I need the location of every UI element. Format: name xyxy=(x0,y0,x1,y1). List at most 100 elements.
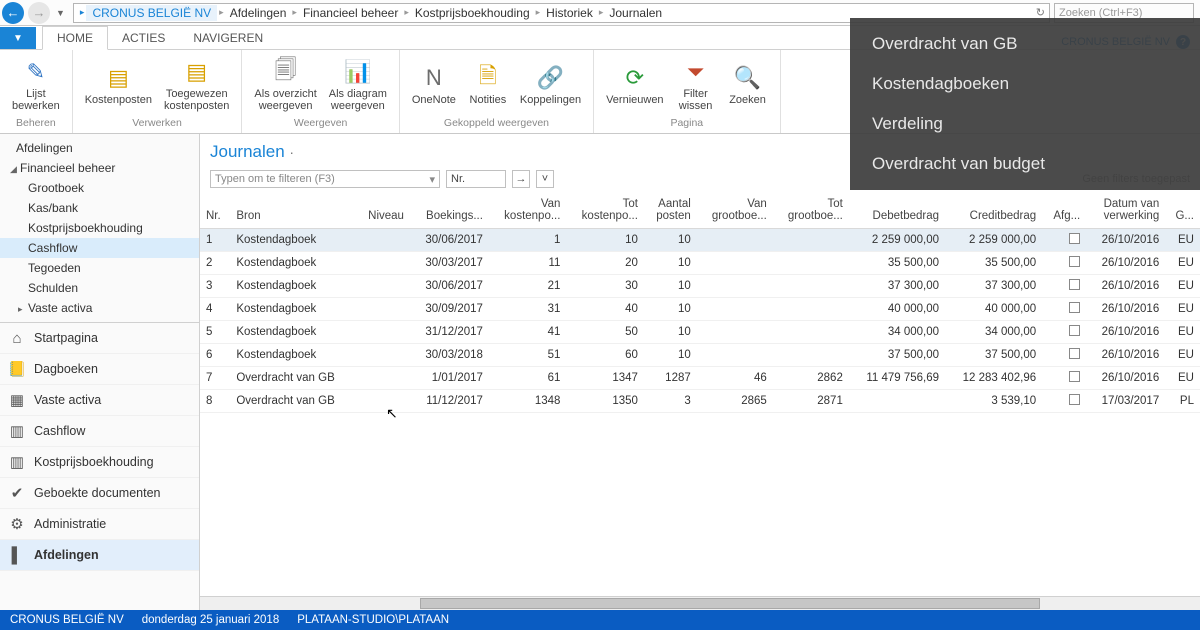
table-cell xyxy=(697,321,773,344)
table-cell: EU xyxy=(1165,229,1200,252)
checkbox[interactable] xyxy=(1069,325,1080,336)
column-header[interactable]: Bron xyxy=(230,192,355,229)
ribbon-button[interactable]: 🔗 Koppelingen xyxy=(514,61,587,109)
table-row[interactable]: 5Kostendagboek31/12/201741501034 000,003… xyxy=(200,321,1200,344)
history-dropdown-icon[interactable]: ▼ xyxy=(52,8,69,18)
forward-button[interactable]: → xyxy=(28,2,50,24)
ribbon-icon: ▤ xyxy=(182,57,212,87)
tree-item[interactable]: ▸Vaste activa xyxy=(0,298,199,318)
ribbon-button[interactable]: 🔍Zoeken xyxy=(722,61,774,109)
nav-item[interactable]: ⌂Startpagina xyxy=(0,323,199,354)
column-header[interactable]: G... xyxy=(1165,192,1200,229)
ribbon-button[interactable]: ✎Lijstbewerken xyxy=(6,55,66,114)
column-header[interactable]: Totkostenpo... xyxy=(566,192,644,229)
column-header[interactable]: Vankostenpo... xyxy=(489,192,567,229)
column-header[interactable]: Creditbedrag xyxy=(945,192,1042,229)
back-button[interactable]: ← xyxy=(2,2,24,24)
tree-item[interactable]: Kas/bank xyxy=(0,198,199,218)
table-cell: 2 259 000,00 xyxy=(849,229,945,252)
expand-icon[interactable]: ▸ xyxy=(18,304,28,315)
tree-item[interactable]: Tegoeden xyxy=(0,258,199,278)
nav-label: Afdelingen xyxy=(34,548,99,562)
ribbon-label: Als overzichtweergeven xyxy=(254,89,316,112)
checkbox[interactable] xyxy=(1069,302,1080,313)
column-header[interactable]: Totgrootboe... xyxy=(773,192,849,229)
ribbon-button[interactable]: 🗎Notities xyxy=(462,61,514,109)
table-row[interactable]: 1Kostendagboek30/06/2017110102 259 000,0… xyxy=(200,229,1200,252)
tree-root[interactable]: Afdelingen xyxy=(0,138,199,158)
table-cell: 10 xyxy=(644,298,697,321)
filter-field[interactable]: Nr. xyxy=(446,170,506,188)
ribbon-button[interactable]: ⟳Vernieuwen xyxy=(600,61,670,109)
ribbon-icon: 🔗 xyxy=(535,63,565,93)
ribbon-group-caption: Verwerken xyxy=(79,117,236,131)
ribbon-tab-navigeren[interactable]: NAVIGEREN xyxy=(179,27,277,49)
table-cell: 11/12/2017 xyxy=(410,390,489,413)
table-row[interactable]: 2Kostendagboek30/03/201711201035 500,003… xyxy=(200,252,1200,275)
table-row[interactable]: 8Overdracht van GB11/12/2017134813503286… xyxy=(200,390,1200,413)
column-header[interactable]: Datum vanverwerking xyxy=(1086,192,1165,229)
column-header[interactable]: Niveau xyxy=(356,192,410,229)
context-menu-item[interactable]: Verdeling xyxy=(850,104,1200,144)
table-row[interactable]: 6Kostendagboek30/03/201851601037 500,003… xyxy=(200,344,1200,367)
ribbon-button[interactable]: NOneNote xyxy=(406,61,462,109)
ribbon-label: Koppelingen xyxy=(520,95,581,107)
nav-item[interactable]: ▥Cashflow xyxy=(0,416,199,447)
checkbox[interactable] xyxy=(1069,394,1080,405)
table-row[interactable]: 4Kostendagboek30/09/201731401040 000,004… xyxy=(200,298,1200,321)
table-row[interactable]: 3Kostendagboek30/06/201721301037 300,003… xyxy=(200,275,1200,298)
checkbox[interactable] xyxy=(1069,279,1080,290)
ribbon-button[interactable]: ⏷Filterwissen xyxy=(670,55,722,114)
context-menu-item[interactable]: Overdracht van budget xyxy=(850,144,1200,184)
filter-go-button[interactable]: → xyxy=(512,170,530,188)
nav-item[interactable]: ⚙Administratie xyxy=(0,509,199,540)
nav-item[interactable]: ✔Geboekte documenten xyxy=(0,478,199,509)
context-menu-item[interactable]: Overdracht van GB xyxy=(850,24,1200,64)
breadcrumb-item[interactable]: Financieel beheer xyxy=(299,6,402,20)
ribbon-tab-acties[interactable]: ACTIES xyxy=(108,27,179,49)
nav-icon: ✔ xyxy=(8,484,26,502)
breadcrumb-company[interactable]: CRONUS BELGIË NV xyxy=(86,5,217,21)
ribbon-button[interactable]: 📊Als diagramweergeven xyxy=(323,55,393,114)
ribbon-button[interactable]: ▤Kostenposten xyxy=(79,61,158,109)
checkbox[interactable] xyxy=(1069,348,1080,359)
tree-item[interactable]: Cashflow xyxy=(0,238,199,258)
nav-label: Vaste activa xyxy=(34,393,101,407)
column-header[interactable]: Afg... xyxy=(1042,192,1086,229)
horizontal-scrollbar[interactable] xyxy=(200,596,1200,610)
column-header[interactable]: Vangrootboe... xyxy=(697,192,773,229)
tree-parent[interactable]: ◢Financieel beheer xyxy=(0,158,199,178)
ribbon-button[interactable]: 🗐Als overzichtweergeven xyxy=(248,55,322,114)
checkbox[interactable] xyxy=(1069,233,1080,244)
file-menu-button[interactable]: ▼ xyxy=(0,27,36,49)
column-header[interactable]: Aantalposten xyxy=(644,192,697,229)
ribbon-tab-home[interactable]: HOME xyxy=(42,26,108,50)
table-row[interactable]: 7Overdracht van GB1/01/20176113471287462… xyxy=(200,367,1200,390)
filter-input[interactable]: Typen om te filteren (F3)▾ xyxy=(210,170,440,188)
tree-item[interactable]: Kostprijsboekhouding xyxy=(0,218,199,238)
table-cell: 10 xyxy=(644,275,697,298)
breadcrumb-item[interactable]: Historiek xyxy=(542,6,597,20)
ribbon-icon: ⟳ xyxy=(620,63,650,93)
context-menu-item[interactable]: Kostendagboeken xyxy=(850,64,1200,104)
breadcrumb-item[interactable]: Journalen xyxy=(605,6,666,20)
nav-item[interactable]: ▥Kostprijsboekhouding xyxy=(0,447,199,478)
column-header[interactable]: Boekings... xyxy=(410,192,489,229)
table-cell: 2865 xyxy=(697,390,773,413)
nav-item[interactable]: ▦Vaste activa xyxy=(0,385,199,416)
nav-item[interactable]: ▌Afdelingen xyxy=(0,540,199,571)
tree-item[interactable]: Grootboek xyxy=(0,178,199,198)
table-cell: EU xyxy=(1165,344,1200,367)
table-cell xyxy=(1042,390,1086,413)
tree-item[interactable]: Schulden xyxy=(0,278,199,298)
ribbon-button[interactable]: ▤Toegewezenkostenposten xyxy=(158,55,235,114)
column-header[interactable]: Nr. xyxy=(200,192,230,229)
table-cell: Kostendagboek xyxy=(230,321,355,344)
breadcrumb-item[interactable]: Kostprijsboekhouding xyxy=(411,6,534,20)
nav-item[interactable]: 📒Dagboeken xyxy=(0,354,199,385)
checkbox[interactable] xyxy=(1069,371,1080,382)
checkbox[interactable] xyxy=(1069,256,1080,267)
filter-dropdown-button[interactable]: ˅ xyxy=(536,170,554,188)
breadcrumb-item[interactable]: Afdelingen xyxy=(226,6,291,20)
column-header[interactable]: Debetbedrag xyxy=(849,192,945,229)
